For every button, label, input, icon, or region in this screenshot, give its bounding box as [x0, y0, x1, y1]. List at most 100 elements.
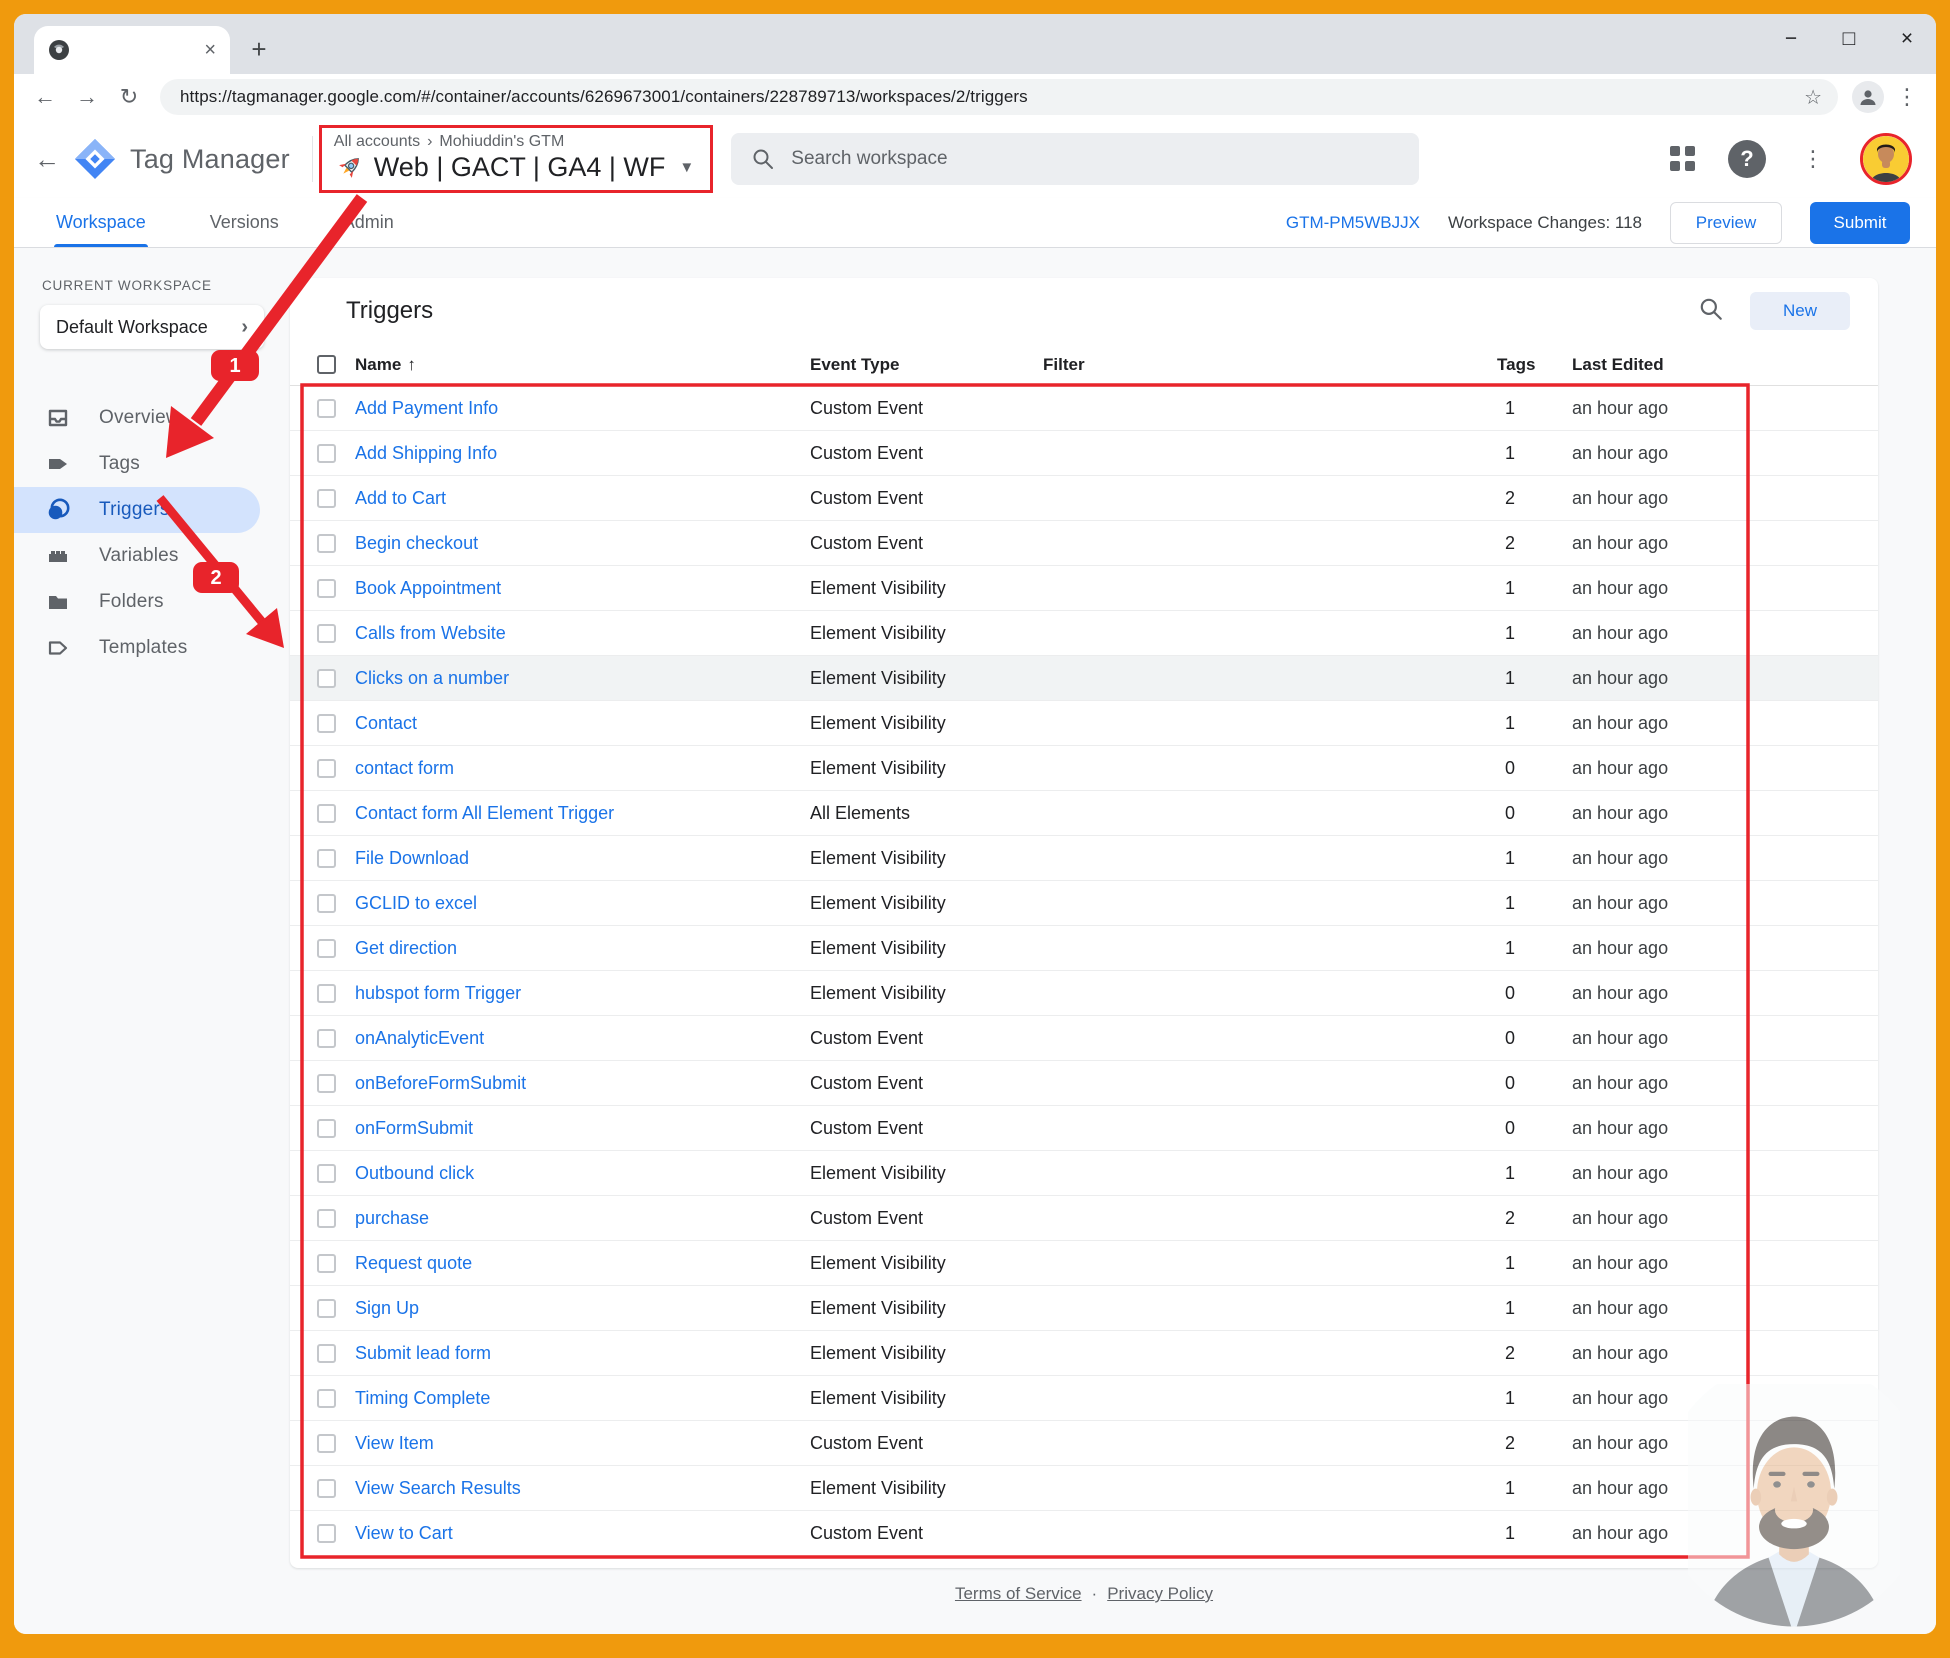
table-row[interactable]: onAnalyticEvent Custom Event 0 an hour a…	[290, 1016, 1878, 1061]
column-filter[interactable]: Filter	[1043, 355, 1497, 375]
trigger-name-link[interactable]: onFormSubmit	[355, 1118, 810, 1139]
column-name[interactable]: Name↑	[355, 355, 810, 375]
trigger-name-link[interactable]: Submit lead form	[355, 1343, 810, 1364]
row-checkbox[interactable]	[317, 1209, 336, 1228]
row-checkbox[interactable]	[317, 1029, 336, 1048]
table-search-icon[interactable]	[1698, 296, 1724, 327]
sidebar-item-variables[interactable]: Variables	[14, 533, 290, 579]
table-row[interactable]: File Download Element Visibility 1 an ho…	[290, 836, 1878, 881]
row-checkbox[interactable]	[317, 714, 336, 733]
row-checkbox[interactable]	[317, 1164, 336, 1183]
tab-close-icon[interactable]: ×	[204, 40, 216, 60]
column-event-type[interactable]: Event Type	[810, 355, 1043, 375]
gtm-menu-icon[interactable]: ⋮	[1798, 146, 1828, 172]
trigger-name-link[interactable]: Calls from Website	[355, 623, 810, 644]
table-row[interactable]: purchase Custom Event 2 an hour ago	[290, 1196, 1878, 1241]
table-row[interactable]: Get direction Element Visibility 1 an ho…	[290, 926, 1878, 971]
trigger-name-link[interactable]: Contact	[355, 713, 810, 734]
row-checkbox[interactable]	[317, 489, 336, 508]
account-avatar[interactable]	[1860, 133, 1912, 185]
table-row[interactable]: hubspot form Trigger Element Visibility …	[290, 971, 1878, 1016]
breadcrumb-account[interactable]: Mohiuddin's GTM	[439, 133, 564, 151]
row-checkbox[interactable]	[317, 1299, 336, 1318]
new-tab-button[interactable]: +	[242, 32, 276, 66]
row-checkbox[interactable]	[317, 399, 336, 418]
table-row[interactable]: Contact form All Element Trigger All Ele…	[290, 791, 1878, 836]
table-row[interactable]: Add Payment Info Custom Event 1 an hour …	[290, 386, 1878, 431]
browser-profile-icon[interactable]	[1852, 81, 1884, 113]
trigger-name-link[interactable]: Timing Complete	[355, 1388, 810, 1409]
trigger-name-link[interactable]: Sign Up	[355, 1298, 810, 1319]
table-row[interactable]: onBeforeFormSubmit Custom Event 0 an hou…	[290, 1061, 1878, 1106]
row-checkbox[interactable]	[317, 984, 336, 1003]
row-checkbox[interactable]	[317, 1479, 336, 1498]
submit-button[interactable]: Submit	[1810, 202, 1910, 244]
sidebar-item-tags[interactable]: Tags	[14, 441, 290, 487]
forward-icon[interactable]: →	[70, 80, 104, 114]
table-row[interactable]: View Item Custom Event 2 an hour ago	[290, 1421, 1878, 1466]
table-row[interactable]: Contact Element Visibility 1 an hour ago	[290, 701, 1878, 746]
select-all-checkbox[interactable]	[317, 355, 336, 374]
trigger-name-link[interactable]: hubspot form Trigger	[355, 983, 810, 1004]
trigger-name-link[interactable]: Book Appointment	[355, 578, 810, 599]
table-row[interactable]: Request quote Element Visibility 1 an ho…	[290, 1241, 1878, 1286]
address-bar[interactable]: https://tagmanager.google.com/#/containe…	[160, 79, 1838, 115]
container-selector[interactable]: All accounts › Mohiuddin's GTM	[319, 125, 713, 193]
tab-versions[interactable]: Versions	[208, 198, 281, 247]
trigger-name-link[interactable]: purchase	[355, 1208, 810, 1229]
row-checkbox[interactable]	[317, 1344, 336, 1363]
trigger-name-link[interactable]: Clicks on a number	[355, 668, 810, 689]
minimize-button[interactable]: −	[1762, 14, 1820, 74]
sidebar-item-folders[interactable]: Folders	[14, 579, 290, 625]
trigger-name-link[interactable]: View Search Results	[355, 1478, 810, 1499]
workspace-search-input[interactable]: Search workspace	[731, 133, 1419, 185]
row-checkbox[interactable]	[317, 804, 336, 823]
row-checkbox[interactable]	[317, 1389, 336, 1408]
back-icon[interactable]: ←	[28, 80, 62, 114]
table-row[interactable]: contact form Element Visibility 0 an hou…	[290, 746, 1878, 791]
row-checkbox[interactable]	[317, 1119, 336, 1138]
terms-link[interactable]: Terms of Service	[955, 1584, 1082, 1603]
trigger-name-link[interactable]: Get direction	[355, 938, 810, 959]
gtm-container-id[interactable]: GTM-PM5WBJJX	[1286, 213, 1420, 233]
trigger-name-link[interactable]: onAnalyticEvent	[355, 1028, 810, 1049]
maximize-button[interactable]: □	[1820, 14, 1878, 74]
table-row[interactable]: Begin checkout Custom Event 2 an hour ag…	[290, 521, 1878, 566]
table-row[interactable]: Outbound click Element Visibility 1 an h…	[290, 1151, 1878, 1196]
breadcrumb-all-accounts[interactable]: All accounts	[334, 133, 420, 151]
trigger-name-link[interactable]: View to Cart	[355, 1523, 810, 1544]
trigger-name-link[interactable]: Add to Cart	[355, 488, 810, 509]
column-tags[interactable]: Tags	[1497, 355, 1572, 375]
trigger-name-link[interactable]: File Download	[355, 848, 810, 869]
chevron-down-icon[interactable]: ▼	[679, 159, 694, 176]
browser-tab[interactable]: ×	[34, 26, 230, 74]
row-checkbox[interactable]	[317, 1434, 336, 1453]
trigger-name-link[interactable]: onBeforeFormSubmit	[355, 1073, 810, 1094]
trigger-name-link[interactable]: Contact form All Element Trigger	[355, 803, 810, 824]
column-last-edited[interactable]: Last Edited	[1572, 355, 1878, 375]
apps-grid-icon[interactable]	[1670, 146, 1696, 172]
trigger-name-link[interactable]: Outbound click	[355, 1163, 810, 1184]
table-row[interactable]: GCLID to excel Element Visibility 1 an h…	[290, 881, 1878, 926]
workspace-selector[interactable]: Default Workspace ›	[40, 305, 264, 349]
row-checkbox[interactable]	[317, 579, 336, 598]
table-row[interactable]: Calls from Website Element Visibility 1 …	[290, 611, 1878, 656]
table-row[interactable]: Sign Up Element Visibility 1 an hour ago	[290, 1286, 1878, 1331]
browser-menu-icon[interactable]: ⋮	[1892, 84, 1922, 110]
sidebar-item-templates[interactable]: Templates	[14, 625, 290, 671]
trigger-name-link[interactable]: View Item	[355, 1433, 810, 1454]
trigger-name-link[interactable]: GCLID to excel	[355, 893, 810, 914]
close-button[interactable]: ×	[1878, 14, 1936, 74]
row-checkbox[interactable]	[317, 849, 336, 868]
row-checkbox[interactable]	[317, 939, 336, 958]
new-trigger-button[interactable]: New	[1750, 292, 1850, 330]
table-row[interactable]: View to Cart Custom Event 1 an hour ago	[290, 1511, 1878, 1556]
row-checkbox[interactable]	[317, 669, 336, 688]
table-row[interactable]: Clicks on a number Element Visibility 1 …	[290, 656, 1878, 701]
row-checkbox[interactable]	[317, 759, 336, 778]
table-row[interactable]: Book Appointment Element Visibility 1 an…	[290, 566, 1878, 611]
sidebar-item-overview[interactable]: Overview	[14, 395, 290, 441]
row-checkbox[interactable]	[317, 1254, 336, 1273]
help-icon[interactable]: ?	[1728, 140, 1766, 178]
row-checkbox[interactable]	[317, 444, 336, 463]
